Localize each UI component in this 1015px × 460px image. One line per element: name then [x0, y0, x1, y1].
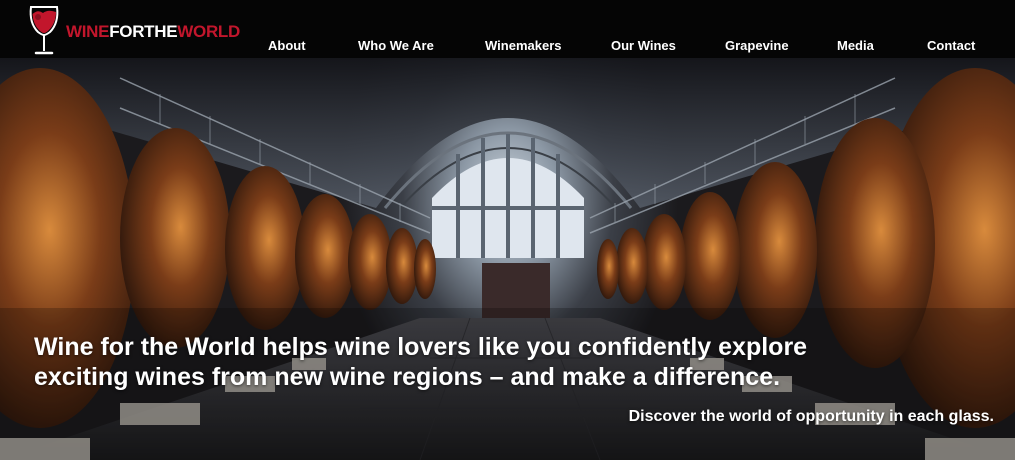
hero-headline: Wine for the World helps wine lovers lik…: [34, 332, 994, 392]
page: WINEFORTHEWORLD About Who We Are Winemak…: [0, 0, 1015, 460]
wine-cellar-image: [0, 58, 1015, 460]
hero-subheadline: Discover the world of opportunity in eac…: [628, 408, 994, 425]
hero-banner: Wine for the World helps wine lovers lik…: [0, 58, 1015, 460]
nav-our-wines[interactable]: Our Wines: [611, 38, 676, 53]
main-nav: About Who We Are Winemakers Our Wines Gr…: [0, 38, 1015, 58]
nav-who-we-are[interactable]: Who We Are: [358, 38, 434, 53]
nav-winemakers[interactable]: Winemakers: [485, 38, 561, 53]
hero-headline-line-2: exciting wines from new wine regions – a…: [34, 363, 781, 391]
hero-text: Wine for the World helps wine lovers lik…: [34, 332, 994, 425]
nav-grapevine[interactable]: Grapevine: [725, 38, 789, 53]
nav-media[interactable]: Media: [837, 38, 874, 53]
hero-headline-line-1: Wine for the World helps wine lovers lik…: [34, 333, 808, 361]
nav-contact[interactable]: Contact: [927, 38, 975, 53]
top-navigation-bar: WINEFORTHEWORLD About Who We Are Winemak…: [0, 0, 1015, 58]
nav-about[interactable]: About: [268, 38, 306, 53]
